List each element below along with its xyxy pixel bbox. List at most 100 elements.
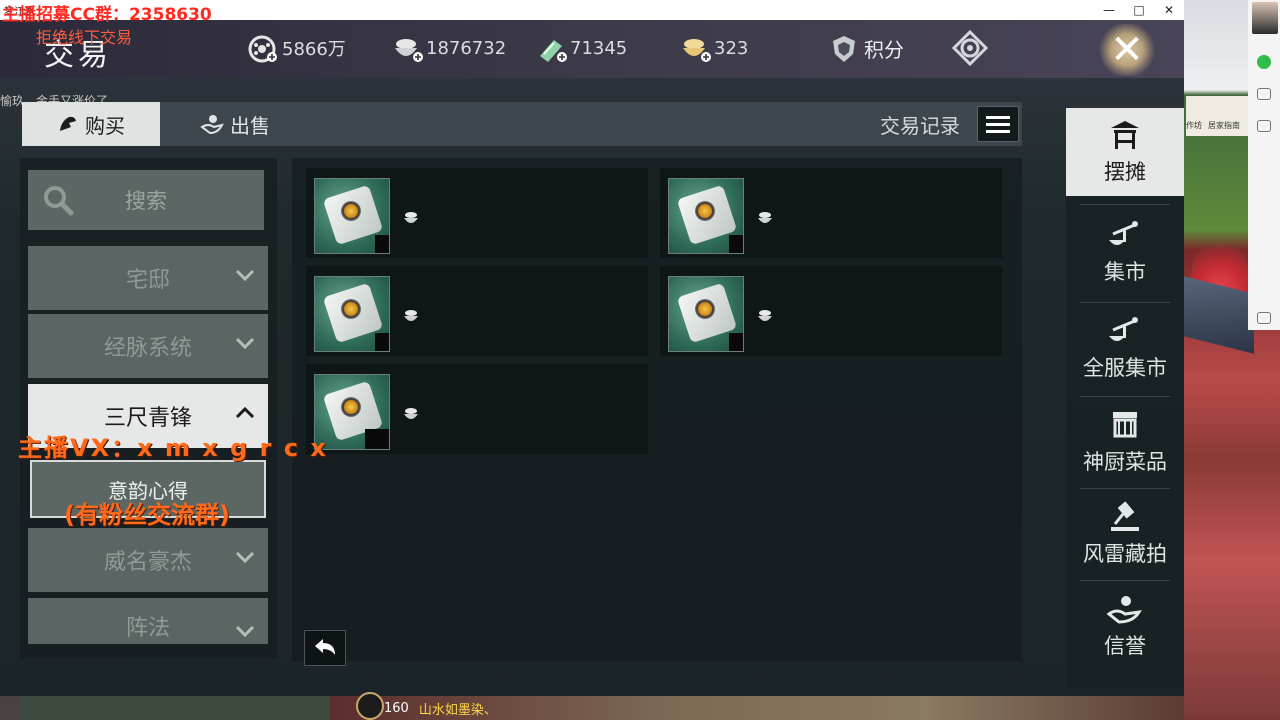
- silver-ingot-icon: [404, 310, 418, 321]
- menu-icon[interactable]: [1257, 312, 1271, 324]
- close-window-button[interactable]: ✕: [1154, 0, 1184, 20]
- close-button[interactable]: ✕: [1098, 24, 1156, 76]
- buy-hand-icon: [60, 116, 76, 131]
- category-item[interactable]: 宅邸: [28, 246, 268, 310]
- currency-gold[interactable]: 323: [680, 30, 748, 66]
- divider: [1080, 204, 1170, 205]
- maximize-button[interactable]: □: [1124, 0, 1154, 20]
- nav-label: 集市: [1104, 260, 1146, 284]
- search-button[interactable]: 搜索: [28, 170, 264, 230]
- currency-jade[interactable]: 71345: [536, 30, 627, 66]
- minimize-button[interactable]: —: [1094, 0, 1124, 20]
- silver-ingot-icon: [404, 408, 418, 419]
- item-slot[interactable]: [306, 168, 648, 258]
- right-nav: 摆摊 集市 全服集市 神厨菜品 风雷藏拍 信誉: [1066, 108, 1184, 688]
- technique-scroll-icon: [668, 276, 744, 352]
- back-arrow-icon: [315, 639, 335, 655]
- scale-icon: [1109, 317, 1138, 341]
- category-item[interactable]: 经脉系统: [28, 314, 268, 378]
- nav-label: 信誉: [1104, 634, 1146, 658]
- search-icon: [44, 186, 74, 216]
- chevron-down-icon: [235, 551, 255, 564]
- nav-global-market[interactable]: 全服集市: [1066, 304, 1184, 392]
- overlay-fans-group: (有粉丝交流群): [64, 501, 230, 529]
- nav-chef-dishes[interactable]: 神厨菜品: [1066, 398, 1184, 486]
- nav-stall[interactable]: 摆摊: [1066, 108, 1184, 196]
- currency-coins[interactable]: 5866万: [248, 30, 346, 66]
- gold-ingot-plus-icon: [680, 34, 711, 62]
- tab-buy[interactable]: 购买: [22, 102, 160, 146]
- coin-plus-icon: [248, 34, 277, 63]
- category-label: 威名豪杰: [103, 550, 192, 575]
- settings-emblem[interactable]: [951, 29, 989, 67]
- reputation-hand-icon: [1106, 596, 1142, 624]
- currency-value: 71345: [570, 37, 628, 59]
- silver-ingot-plus-icon: [392, 34, 423, 62]
- nav-label: 神厨菜品: [1083, 450, 1167, 474]
- auction-hammer-icon: [1111, 501, 1139, 531]
- stall-icon: [1111, 121, 1139, 149]
- bottom-hud: 160 山水如墨染、: [330, 692, 497, 720]
- item-grid: [292, 158, 1022, 662]
- currency-value: 323: [714, 37, 749, 59]
- shop-sign: 居家指南: [1208, 121, 1240, 130]
- chevron-down-icon: [235, 269, 255, 282]
- location-name: 山水如墨染、: [418, 702, 497, 718]
- item-slot[interactable]: [660, 168, 1002, 258]
- chevron-down-icon: [235, 625, 255, 638]
- list-icon[interactable]: [977, 106, 1019, 142]
- food-stall-icon: [1113, 412, 1137, 438]
- nav-reputation[interactable]: 信誉: [1066, 582, 1184, 670]
- overlay-reject-offline: 拒绝线下交易: [36, 28, 133, 47]
- back-button[interactable]: [304, 630, 346, 666]
- silver-ingot-icon: [404, 212, 418, 223]
- technique-scroll-icon: [314, 178, 390, 254]
- emblem-icon: [951, 29, 989, 67]
- chevron-up-icon: [235, 406, 255, 419]
- technique-scroll-icon: [668, 178, 744, 254]
- divider: [1080, 302, 1170, 303]
- silver-ingot-icon: [758, 310, 772, 321]
- currency-silver[interactable]: 1876732: [392, 30, 506, 66]
- tab-sell-label: 出售: [230, 113, 270, 138]
- shop-sign: 作坊: [1186, 121, 1202, 130]
- category-label: 经脉系统: [103, 336, 192, 361]
- nav-auction[interactable]: 风雷藏拍: [1066, 490, 1184, 578]
- top-bar: 交易 5866万 1876732 71345 323 积分 ✕: [0, 20, 1184, 78]
- cube-icon[interactable]: [1257, 120, 1271, 132]
- divider: [1080, 488, 1170, 489]
- player-level: 160: [384, 700, 409, 716]
- points-label: 积分: [864, 37, 904, 62]
- item-slot[interactable]: [306, 266, 648, 356]
- trade-record-link[interactable]: 交易记录: [880, 110, 960, 139]
- overlay-vx: 主播VX：x m x g r c x: [18, 434, 328, 462]
- user-icon[interactable]: [1257, 88, 1271, 100]
- points-button[interactable]: 积分: [830, 30, 904, 66]
- side-app-strip: [1248, 0, 1280, 330]
- item-slot[interactable]: [660, 266, 1002, 356]
- nav-label: 全服集市: [1083, 356, 1167, 380]
- divider: [1080, 396, 1170, 397]
- close-icon: ✕: [1110, 27, 1144, 73]
- nav-label: 摆摊: [1104, 160, 1146, 184]
- jade-ticket-plus-icon: [536, 34, 567, 62]
- category-item[interactable]: 阵法: [28, 598, 268, 644]
- item-slot[interactable]: [306, 364, 648, 454]
- chevron-down-icon: [235, 337, 255, 350]
- nav-label: 风雷藏拍: [1083, 542, 1167, 566]
- scale-icon: [1109, 221, 1138, 245]
- search-label: 搜索: [125, 189, 167, 213]
- sell-hand-icon: [200, 115, 224, 135]
- skill-orb-icon[interactable]: [356, 692, 384, 720]
- tab-buy-label: 购买: [85, 113, 125, 138]
- technique-scroll-icon: [314, 276, 390, 352]
- category-label: 宅邸: [125, 268, 170, 293]
- category-item[interactable]: 威名豪杰: [28, 528, 268, 592]
- category-panel: 搜索 宅邸 经脉系统 三尺青锋 意韵心得 威名豪杰 阵法: [20, 158, 277, 658]
- webcam-avatar: [1252, 2, 1278, 34]
- category-label: 阵法: [125, 616, 170, 641]
- divider: [1080, 580, 1170, 581]
- tab-sell[interactable]: 出售: [170, 102, 300, 146]
- online-dot-icon: [1257, 55, 1271, 69]
- nav-market[interactable]: 集市: [1066, 208, 1184, 296]
